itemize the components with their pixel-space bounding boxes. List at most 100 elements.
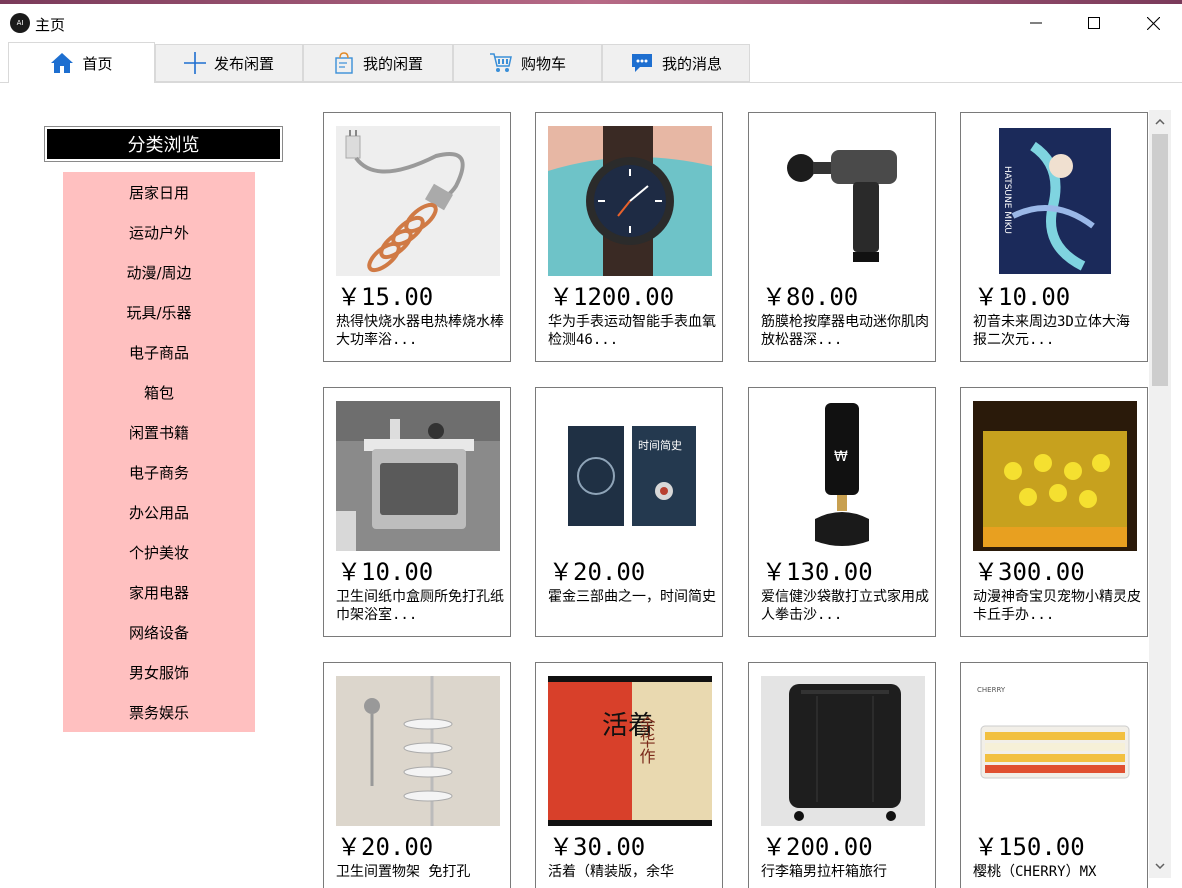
product-card[interactable]: ￥80.00 筋膜枪按摩器电动迷你肌肉放松器深... xyxy=(748,112,936,362)
product-description: 行李箱男拉杆箱旅行 xyxy=(761,864,887,880)
window-title: 主页 xyxy=(35,16,66,34)
miku-poster-text: HATSUNE MIKU xyxy=(1002,166,1012,234)
product-image: HATSUNE MIKU xyxy=(973,126,1137,276)
svg-text:₩: ₩ xyxy=(834,449,848,465)
scroll-up-button[interactable] xyxy=(1149,112,1171,132)
tab-label: 首页 xyxy=(82,54,113,73)
keyboard-brand: CHERRY xyxy=(977,686,1006,694)
tab-label: 发布闲置 xyxy=(213,54,274,73)
chevron-up-icon xyxy=(1155,119,1165,125)
tab-home[interactable]: 首页 xyxy=(8,42,155,83)
category-item[interactable]: 办公用品 xyxy=(63,492,255,532)
product-price: ￥20.00 xyxy=(549,558,646,586)
product-card[interactable]: ￥20.00 卫生间置物架 免打孔 xyxy=(323,662,511,888)
category-item[interactable]: 箱包 xyxy=(63,372,255,412)
category-item[interactable]: 居家日用 xyxy=(63,172,255,212)
product-price: ￥200.00 xyxy=(762,833,873,861)
product-image xyxy=(548,126,712,276)
category-item[interactable]: 男女服饰 xyxy=(63,652,255,692)
vertical-scrollbar[interactable] xyxy=(1149,110,1171,878)
product-card[interactable]: ￥10.00 卫生间纸巾盒厕所免打孔纸巾架浴室... xyxy=(323,387,511,637)
product-price: ￥1200.00 xyxy=(549,283,675,311)
product-card[interactable]: ￥200.00 行李箱男拉杆箱旅行 xyxy=(748,662,936,888)
product-card[interactable]: ￥1200.00 华为手表运动智能手表血氧检测46... xyxy=(535,112,723,362)
maximize-icon xyxy=(1088,17,1100,29)
product-image xyxy=(336,126,500,276)
tab-bar: 首页 发布闲置 我的闲置 购物车 我的消息 xyxy=(0,42,1182,83)
product-price: ￥30.00 xyxy=(549,833,646,861)
category-item[interactable]: 运动户外 xyxy=(63,212,255,252)
tab-divider xyxy=(0,82,1182,83)
tab-label: 购物车 xyxy=(520,54,566,73)
book-cover-title: 时间简史 xyxy=(638,438,682,452)
plus-icon xyxy=(183,52,206,74)
product-description: 霍金三部曲之一，时间简史 xyxy=(548,589,716,605)
product-price: ￥15.00 xyxy=(337,283,434,311)
product-price: ￥130.00 xyxy=(762,558,873,586)
product-description: 动漫神奇宝贝宠物小精灵皮卡丘手办... xyxy=(973,589,1141,623)
product-description: 活着（精装版，余华 xyxy=(548,864,674,880)
product-description: 卫生间纸巾盒厕所免打孔纸巾架浴室... xyxy=(336,589,504,623)
tab-messages[interactable]: 我的消息 xyxy=(602,44,750,82)
close-icon xyxy=(1146,16,1160,30)
product-description: 热得快烧水器电热棒烧水棒大功率浴... xyxy=(336,314,504,348)
app-icon: AI xyxy=(10,13,30,33)
tab-cart[interactable]: 购物车 xyxy=(453,44,602,82)
product-price: ￥80.00 xyxy=(762,283,859,311)
category-item[interactable]: 票务娱乐 xyxy=(63,692,255,732)
category-item[interactable]: 个护美妆 xyxy=(63,532,255,572)
product-image xyxy=(761,126,925,276)
product-image xyxy=(973,401,1137,551)
product-description: 华为手表运动智能手表血氧检测46... xyxy=(548,314,716,348)
scrollbar-thumb[interactable] xyxy=(1152,134,1168,386)
product-description: 樱桃（CHERRY）MX xyxy=(973,864,1097,880)
category-item[interactable]: 家用电器 xyxy=(63,572,255,612)
tab-my-items[interactable]: 我的闲置 xyxy=(303,44,453,82)
tab-label: 我的消息 xyxy=(661,54,722,73)
chevron-down-icon xyxy=(1155,863,1165,869)
product-price: ￥150.00 xyxy=(974,833,1085,861)
product-image xyxy=(761,676,925,826)
product-card[interactable]: CHERRY ￥150.00 樱桃（CHERRY）MX xyxy=(960,662,1148,888)
category-item[interactable]: 电子商务 xyxy=(63,452,255,492)
product-grid: ￥15.00 热得快烧水器电热棒烧水棒大功率浴... ￥1200.00 华为手表… xyxy=(305,96,1148,888)
title-bar: AI 主页 xyxy=(0,4,1182,42)
chat-icon xyxy=(631,54,652,72)
close-button[interactable] xyxy=(1124,4,1182,42)
bag-icon xyxy=(335,52,353,74)
category-item[interactable]: 网络设备 xyxy=(63,612,255,652)
category-list: 居家日用 运动户外 动漫/周边 玩具/乐器 电子商品 箱包 闲置书籍 电子商务 … xyxy=(63,172,255,732)
product-card[interactable]: 活着 余华作 ￥30.00 活着（精装版，余华 xyxy=(535,662,723,888)
product-description: 筋膜枪按摩器电动迷你肌肉放松器深... xyxy=(761,314,929,348)
product-description: 爱信健沙袋散打立式家用成人拳击沙... xyxy=(761,589,929,623)
minimize-icon xyxy=(1030,22,1042,24)
product-card[interactable]: 时间简史 ￥20.00 霍金三部曲之一，时间简史 xyxy=(535,387,723,637)
home-icon xyxy=(51,53,74,73)
product-price: ￥300.00 xyxy=(974,558,1085,586)
tab-publish[interactable]: 发布闲置 xyxy=(155,44,303,82)
product-price: ￥10.00 xyxy=(337,558,434,586)
book-cover-author: 余华作 xyxy=(637,715,656,764)
category-item[interactable]: 闲置书籍 xyxy=(63,412,255,452)
tab-label: 我的闲置 xyxy=(362,54,423,73)
product-description: 初音未来周边3D立体大海报二次元... xyxy=(973,314,1130,348)
product-card[interactable]: HATSUNE MIKU ￥10.00 初音未来周边3D立体大海报二次元... xyxy=(960,112,1148,362)
product-card[interactable]: ￥300.00 动漫神奇宝贝宠物小精灵皮卡丘手办... xyxy=(960,387,1148,637)
product-image: 活着 余华作 xyxy=(548,676,712,826)
minimize-button[interactable] xyxy=(1007,4,1065,42)
category-item[interactable]: 动漫/周边 xyxy=(63,252,255,292)
category-header-label: 分类浏览 xyxy=(47,129,280,159)
product-price: ￥10.00 xyxy=(974,283,1071,311)
category-header: 分类浏览 xyxy=(44,126,283,162)
category-item[interactable]: 电子商品 xyxy=(63,332,255,372)
product-image: 时间简史 xyxy=(548,401,712,551)
maximize-button[interactable] xyxy=(1065,4,1123,42)
product-image: CHERRY xyxy=(973,676,1137,826)
product-card[interactable]: ￥15.00 热得快烧水器电热棒烧水棒大功率浴... xyxy=(323,112,511,362)
category-item[interactable]: 玩具/乐器 xyxy=(63,292,255,332)
product-image xyxy=(336,676,500,826)
product-card[interactable]: ₩ ￥130.00 爱信健沙袋散打立式家用成人拳击沙... xyxy=(748,387,936,637)
scroll-down-button[interactable] xyxy=(1149,856,1171,876)
product-image xyxy=(336,401,500,551)
product-price: ￥20.00 xyxy=(337,833,434,861)
